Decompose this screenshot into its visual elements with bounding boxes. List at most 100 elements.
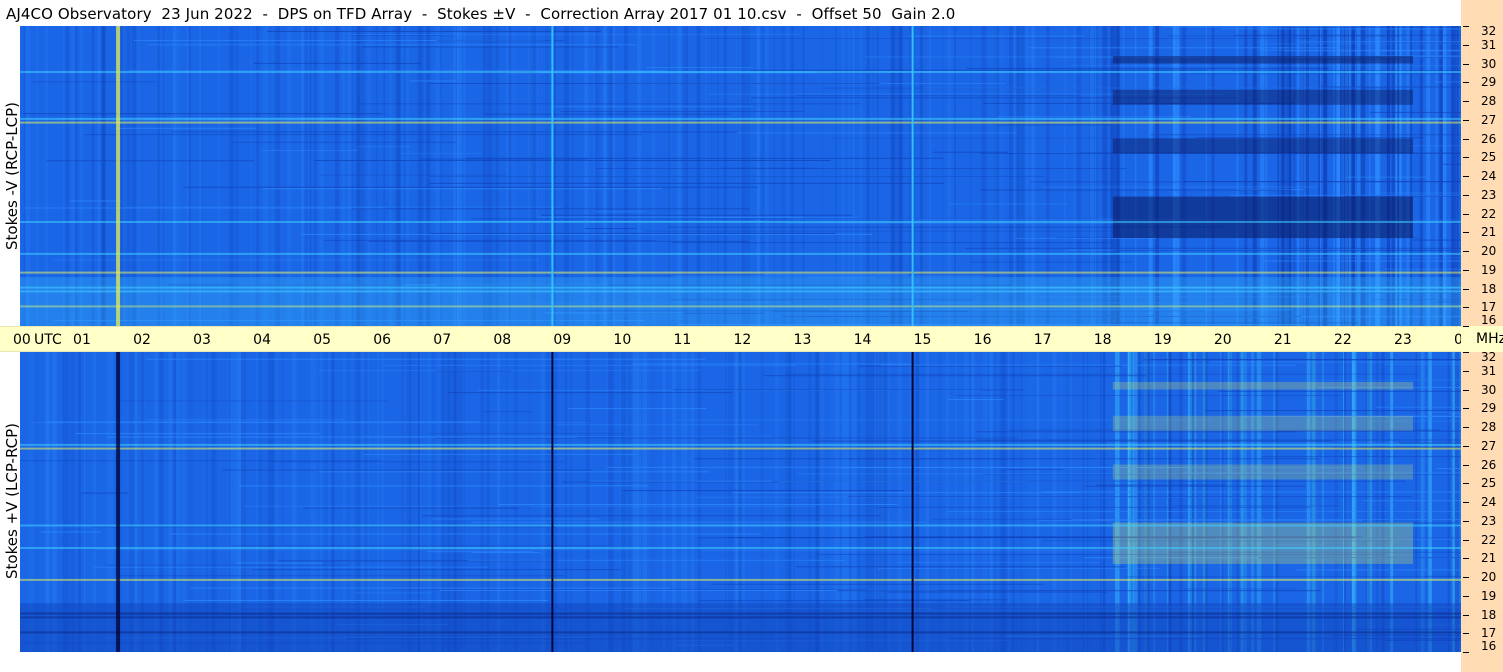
texture-row <box>878 567 1161 569</box>
texture-row <box>1150 134 1461 136</box>
texture-row <box>354 592 431 594</box>
spectral-feature-region <box>1112 522 1413 564</box>
frequency-tick-label: 25 <box>1481 150 1497 165</box>
texture-row <box>40 531 101 533</box>
time-tick-label: 14 <box>853 332 872 348</box>
texture-row <box>1313 379 1461 381</box>
frequency-tick-mark <box>1463 157 1469 159</box>
texture-row <box>645 230 1113 232</box>
texture-row <box>1378 192 1461 194</box>
texture-row <box>106 564 349 566</box>
texture-row <box>560 111 804 112</box>
texture-row <box>859 365 1123 367</box>
texture-row <box>1006 468 1064 470</box>
texture-row <box>946 511 1461 512</box>
texture-row <box>933 151 1008 153</box>
texture-row <box>1041 491 1461 493</box>
texture-row <box>632 363 912 365</box>
frequency-tick-mark <box>1463 26 1469 27</box>
texture-row <box>1221 28 1461 30</box>
frequency-tick-label: 21 <box>1481 551 1497 566</box>
frequency-tick-mark <box>1463 445 1469 447</box>
texture-row <box>875 506 1311 508</box>
texture-row <box>231 141 457 143</box>
texture-row <box>975 431 1298 433</box>
texture-row <box>468 559 845 561</box>
time-tick-label: 11 <box>673 332 692 348</box>
texture-row <box>320 174 507 176</box>
texture-row <box>1190 73 1461 75</box>
frequency-tick-label: 30 <box>1481 382 1497 397</box>
texture-row <box>1218 390 1461 392</box>
frequency-tick-label: 21 <box>1481 225 1497 240</box>
texture-row <box>363 453 637 455</box>
texture-row <box>1014 238 1157 239</box>
texture-row <box>239 485 649 487</box>
texture-row <box>1383 363 1461 365</box>
texture-row <box>147 44 636 46</box>
frequency-tick-label: 16 <box>1481 639 1497 653</box>
texture-row <box>1171 505 1341 507</box>
texture-row <box>671 242 1111 244</box>
frequency-tick-label: 20 <box>1481 570 1497 584</box>
texture-row <box>847 496 1413 498</box>
texture-row <box>422 515 881 517</box>
texture-row <box>880 364 1297 366</box>
texture-row <box>896 561 1100 563</box>
texture-row <box>785 373 1419 375</box>
texture-row <box>222 469 593 471</box>
time-tick-label: 04 <box>253 332 271 348</box>
spectral-feature-region <box>1112 382 1413 390</box>
time-tick-label: 07 <box>433 332 452 348</box>
frequency-tick-mark <box>1463 577 1469 578</box>
texture-row <box>1434 81 1461 83</box>
time-tick-label: 16 <box>973 332 992 348</box>
texture-row <box>1370 111 1461 113</box>
texture-row <box>431 518 599 520</box>
spectral-feature-region <box>1112 464 1413 480</box>
frequency-tick-label: 32 <box>1481 350 1497 364</box>
texture-row <box>949 203 1068 205</box>
texture-row <box>235 562 323 564</box>
texture-row <box>81 492 129 494</box>
texture-row <box>323 239 657 241</box>
frequency-tick-mark <box>1463 427 1469 428</box>
texture-row <box>253 62 421 64</box>
time-tick-label: 20 <box>1213 332 1232 348</box>
texture-row <box>85 134 642 136</box>
frequency-tick-mark <box>1463 288 1469 290</box>
texture-row <box>252 569 622 571</box>
frequency-tick-mark <box>1463 614 1469 616</box>
time-tick-label: 05 <box>313 332 332 348</box>
texture-row <box>1261 260 1461 262</box>
frequency-tick-label: 25 <box>1481 476 1497 491</box>
time-tick-label: 17 <box>1033 332 1052 348</box>
texture-row <box>437 40 564 42</box>
texture-row <box>1376 406 1461 408</box>
texture-row <box>429 182 945 184</box>
frequency-tick-mark <box>1463 633 1469 635</box>
texture-row <box>32 422 589 424</box>
texture-row <box>886 591 1108 593</box>
frequency-band-line <box>20 547 1461 549</box>
frequency-tick-label: 27 <box>1481 112 1497 127</box>
texture-row <box>1233 34 1461 36</box>
spectral-feature-region <box>1112 138 1413 154</box>
texture-row <box>1114 249 1451 251</box>
texture-row <box>1038 520 1362 521</box>
texture-row <box>75 433 320 435</box>
texture-row <box>1070 65 1461 67</box>
texture-row <box>357 146 411 148</box>
texture-row <box>1346 176 1427 178</box>
texture-row <box>1124 576 1461 578</box>
texture-row <box>391 589 866 590</box>
time-tick-label: 23 <box>1393 332 1412 348</box>
texture-row <box>471 552 542 554</box>
texture-row <box>22 113 383 115</box>
texture-row <box>1399 442 1461 444</box>
texture-row <box>70 200 121 202</box>
texture-row <box>346 34 799 36</box>
frequency-tick-mark <box>1463 652 1469 653</box>
texture-row <box>965 247 1461 249</box>
frequency-band-line <box>20 221 1461 223</box>
